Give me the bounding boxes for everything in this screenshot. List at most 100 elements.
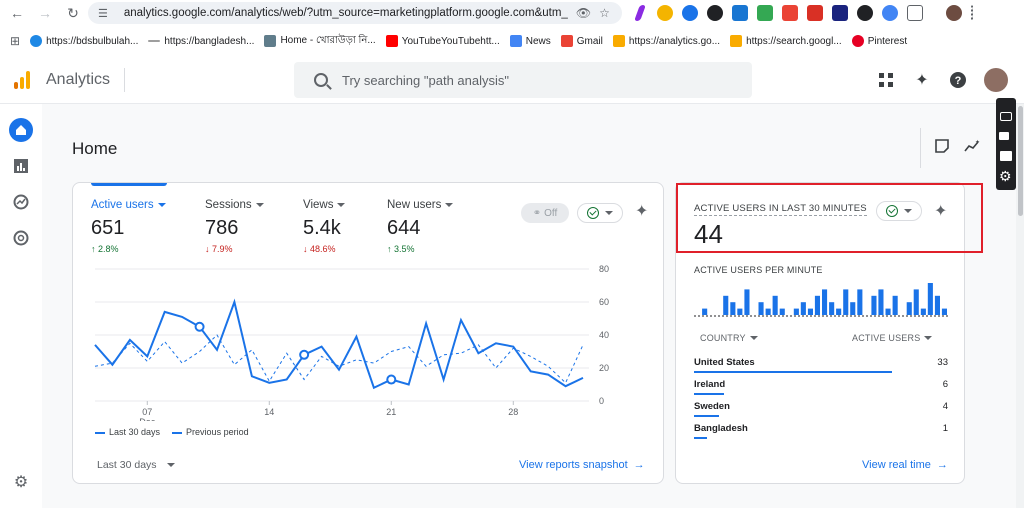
extension-icon[interactable] — [707, 5, 723, 21]
extension-icon[interactable] — [682, 5, 698, 21]
eye-off-icon[interactable]: 👁 — [576, 6, 591, 20]
share-bar — [694, 415, 719, 417]
per-minute-bar — [836, 308, 842, 315]
advertising-nav-icon[interactable] — [9, 226, 33, 250]
extension-icon[interactable] — [857, 5, 873, 21]
arrow-up-icon: ↑ — [91, 244, 99, 254]
line-chart: 80 60 40 20 0 07 14 21 28 Dec — [94, 264, 609, 421]
per-minute-bar — [857, 289, 863, 315]
insights-icon[interactable]: ✦ — [962, 136, 982, 156]
svg-text:?: ? — [955, 75, 962, 87]
col-country-header[interactable]: COUNTRY — [700, 333, 758, 343]
apps-grid-icon[interactable]: ⊞ — [10, 34, 20, 48]
extension-icon[interactable] — [807, 5, 823, 21]
settings-gear-icon[interactable]: ⚙ — [9, 470, 33, 494]
bookmark-item[interactable]: https://analytics.go... — [612, 35, 720, 47]
extension-icon[interactable] — [832, 5, 848, 21]
per-minute-bar — [723, 295, 729, 315]
bookmark-item[interactable]: Gmail — [560, 35, 603, 47]
left-nav-rail: ⚙ — [0, 104, 42, 508]
back-icon[interactable]: ← — [6, 2, 28, 24]
chevron-down-icon — [605, 211, 613, 215]
per-minute-bar — [807, 308, 813, 315]
notes-icon[interactable] — [932, 136, 952, 156]
per-minute-bar — [758, 302, 764, 315]
sparkle-icon[interactable]: ✦ — [912, 70, 932, 90]
per-minute-bar — [920, 308, 926, 315]
metric-value: 786 — [205, 217, 239, 239]
camera-icon[interactable] — [1000, 112, 1012, 121]
country-row[interactable]: United States 33 — [694, 355, 948, 377]
col-active-users-header[interactable]: ACTIVE USERS — [852, 333, 933, 343]
view-reports-snapshot-link[interactable]: View reports snapshot → — [519, 459, 645, 471]
video-icon[interactable] — [999, 132, 1009, 140]
forward-icon[interactable]: → — [34, 2, 56, 24]
extension-icon[interactable] — [882, 5, 898, 21]
extension-icon[interactable] — [732, 5, 748, 21]
bookmark-item[interactable]: Pinterest — [851, 35, 907, 47]
column-label: ACTIVE USERS — [852, 333, 921, 343]
metric-views[interactable]: Views 5.4k ↓ 48.6% — [303, 199, 346, 254]
sparkle-icon[interactable]: ✦ — [635, 201, 648, 221]
profile-avatar[interactable] — [946, 5, 962, 21]
bookmark-item[interactable]: News — [509, 35, 551, 47]
scrollbar-thumb[interactable] — [1018, 106, 1023, 216]
apps-grid-icon[interactable] — [876, 70, 896, 90]
metric-active-users[interactable]: Active users 651 ↑ 2.8% — [91, 199, 166, 254]
per-minute-bar — [913, 289, 919, 315]
gear-icon[interactable]: ⚙ — [999, 168, 1012, 185]
extension-icon[interactable] — [657, 5, 673, 21]
account-avatar[interactable] — [984, 68, 1008, 92]
per-minute-bar — [941, 308, 947, 315]
y-tick-label: 20 — [599, 363, 609, 373]
chevron-down-icon — [749, 336, 758, 340]
per-minute-bar — [779, 308, 785, 315]
bookmark-item[interactable]: YouTubeYouTubehtt... — [385, 35, 500, 47]
more-vert-icon[interactable] — [971, 5, 975, 21]
bookmark-item[interactable]: https://bdsbulbulah... — [30, 35, 138, 47]
bookmark-star-icon[interactable]: ☆ — [599, 6, 610, 20]
column-label: COUNTRY — [700, 333, 746, 343]
comparison-toggle[interactable]: ⚭ Off — [521, 203, 569, 223]
help-icon[interactable]: ? — [948, 70, 968, 90]
metric-value: 644 — [387, 217, 421, 239]
view-real-time-link[interactable]: View real time → — [862, 459, 948, 471]
per-minute-bar — [772, 295, 778, 315]
address-bar[interactable]: ☰ analytics.google.com/analytics/web/?ut… — [88, 2, 622, 24]
reports-nav-icon[interactable] — [9, 154, 33, 178]
metric-new-users[interactable]: New users 644 ↑ 3.5% — [387, 199, 454, 254]
country-users: 4 — [942, 401, 948, 412]
svg-text:✦: ✦ — [975, 139, 980, 146]
reload-icon[interactable]: ↻ — [62, 2, 84, 24]
site-info-icon[interactable]: ☰ — [98, 7, 108, 20]
search-input[interactable]: Try searching "path analysis" — [294, 62, 752, 98]
metric-change: 2.8% — [98, 244, 119, 254]
home-nav-icon[interactable] — [9, 118, 33, 142]
bookmark-item[interactable]: Home - খোরাউড়া নি... — [264, 33, 376, 50]
country-row[interactable]: Ireland 6 — [694, 377, 948, 399]
chevron-down-icon — [166, 463, 175, 467]
check-circle-icon — [587, 207, 599, 219]
explore-nav-icon[interactable] — [9, 190, 33, 214]
per-minute-bar — [906, 302, 912, 315]
puzzle-icon[interactable] — [907, 5, 923, 21]
link-label: View reports snapshot — [519, 459, 628, 471]
per-minute-bar — [892, 295, 898, 315]
metric-sessions[interactable]: Sessions 786 ↓ 7.9% — [205, 199, 264, 254]
data-point-marker — [194, 321, 205, 332]
metric-change: 48.6% — [310, 244, 336, 254]
bookmark-item[interactable]: https://bangladesh... — [148, 36, 254, 47]
legend-label: Last 30 days — [109, 427, 161, 437]
country-row[interactable]: Sweden 4 — [694, 399, 948, 421]
extension-icon[interactable] — [634, 5, 646, 21]
window-icon[interactable] — [1000, 151, 1012, 161]
bookmark-item[interactable]: https://search.googl... — [730, 35, 842, 47]
data-quality-dropdown[interactable] — [577, 203, 623, 223]
analytics-logo-icon[interactable] — [12, 70, 32, 90]
arrow-right-icon: → — [633, 459, 645, 471]
country-row[interactable]: Bangladesh 1 — [694, 421, 948, 443]
extension-icon[interactable] — [782, 5, 798, 21]
extension-icon[interactable] — [757, 5, 773, 21]
date-range-dropdown[interactable]: Last 30 days — [97, 459, 175, 471]
share-bar — [694, 437, 707, 439]
